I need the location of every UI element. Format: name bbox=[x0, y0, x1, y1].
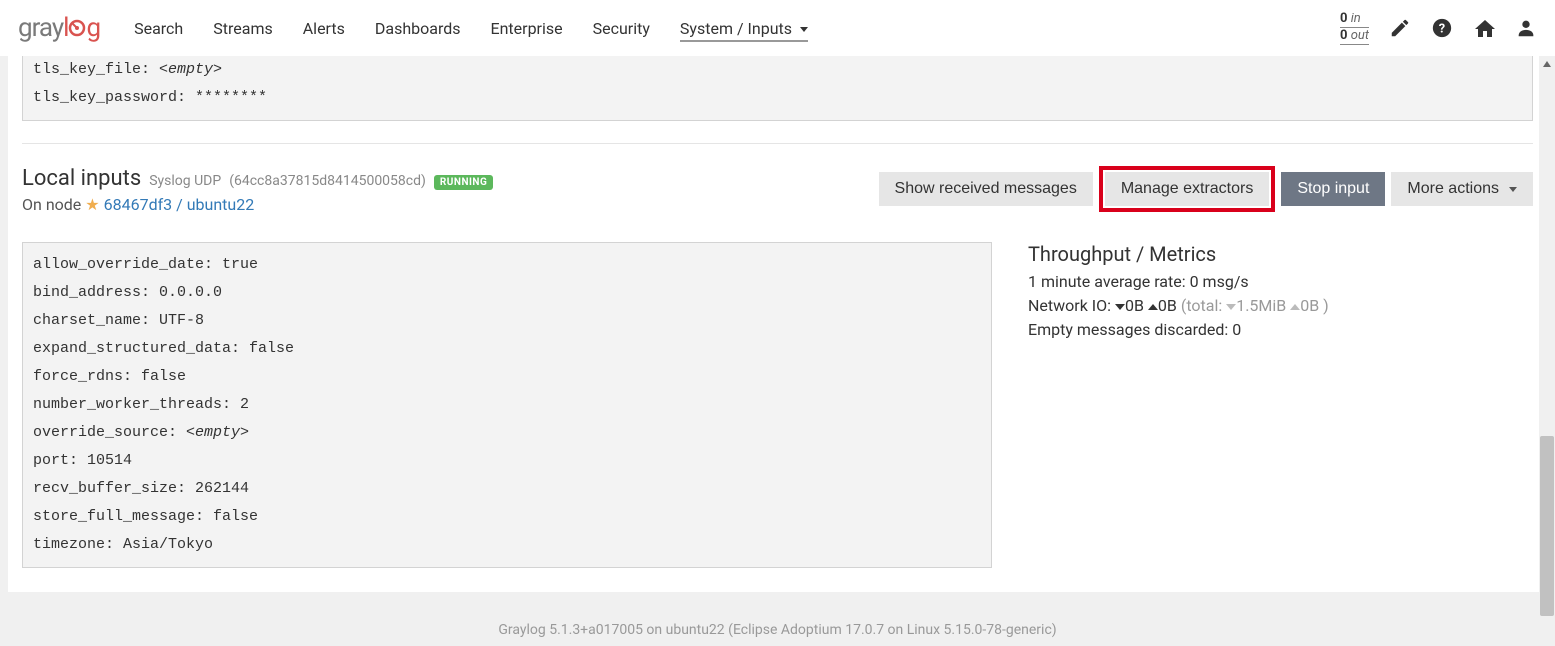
user-icon[interactable] bbox=[1515, 17, 1537, 39]
show-received-messages-button[interactable]: Show received messages bbox=[879, 172, 1093, 206]
status-badge: RUNNING bbox=[434, 175, 493, 190]
net-total-down: 1.5MiB bbox=[1236, 296, 1286, 315]
scrollbar-thumb[interactable] bbox=[1540, 436, 1554, 616]
scrollbar[interactable] bbox=[1539, 56, 1555, 635]
star-icon: ★ bbox=[85, 195, 99, 214]
more-actions-button[interactable]: More actions bbox=[1391, 172, 1533, 206]
config-box: allow_override_date: truebind_address: 0… bbox=[22, 242, 992, 568]
divider bbox=[22, 143, 1533, 144]
logo-text-g: g bbox=[86, 13, 100, 43]
help-icon[interactable]: ? bbox=[1431, 17, 1453, 39]
config-row: force_rdns: false bbox=[33, 363, 981, 391]
config-row: store_full_message: false bbox=[33, 503, 981, 531]
discard-value: 0 bbox=[1232, 320, 1241, 339]
config-row: recv_buffer_size: 262144 bbox=[33, 475, 981, 503]
nav-item-enterprise[interactable]: Enterprise bbox=[491, 15, 563, 42]
section-title: Local inputs bbox=[22, 166, 141, 191]
action-buttons: Show received messages Manage extractors… bbox=[879, 166, 1533, 212]
topbar-right: 0 in 0 out ? bbox=[1340, 11, 1537, 45]
prev-config-box: tls_key_file: <empty>tls_key_password: *… bbox=[22, 56, 1533, 121]
page-body: tls_key_file: <empty>tls_key_password: *… bbox=[0, 0, 1555, 646]
net-down: 0B bbox=[1125, 296, 1144, 315]
config-row: allow_override_date: true bbox=[33, 251, 981, 279]
node-prefix: On node bbox=[22, 195, 81, 214]
metrics-title: Throughput / Metrics bbox=[1028, 242, 1533, 266]
config-row: port: 10514 bbox=[33, 447, 981, 475]
config-row: tls_key_file: <empty> bbox=[33, 56, 1522, 84]
nav-item-alerts[interactable]: Alerts bbox=[303, 15, 345, 42]
net-label: Network IO: bbox=[1028, 296, 1111, 315]
net-total-up: 0B bbox=[1300, 296, 1319, 315]
logo[interactable]: graylg bbox=[18, 13, 100, 43]
chevron-down-icon bbox=[800, 27, 808, 32]
footer-text: Graylog 5.1.3+a017005 on ubuntu22 (Eclip… bbox=[0, 592, 1555, 646]
section-id: (64cc8a37815d8414500058cd) bbox=[229, 173, 426, 189]
nav-item-security[interactable]: Security bbox=[593, 15, 650, 42]
section-subtitle: Syslog UDP bbox=[149, 173, 221, 189]
metrics-panel: Throughput / Metrics 1 minute average ra… bbox=[1028, 242, 1533, 342]
config-row: override_source: <empty> bbox=[33, 419, 981, 447]
config-row: expand_structured_data: false bbox=[33, 335, 981, 363]
nav-item-search[interactable]: Search bbox=[134, 15, 183, 42]
stop-input-button[interactable]: Stop input bbox=[1281, 172, 1385, 206]
nav-item-dashboards[interactable]: Dashboards bbox=[375, 15, 461, 42]
arrow-down-icon bbox=[1115, 304, 1125, 310]
rate-value: 0 msg/s bbox=[1190, 272, 1249, 291]
nav-item-system-inputs[interactable]: System / Inputs bbox=[680, 15, 808, 42]
arrow-up-muted-icon bbox=[1290, 304, 1300, 310]
chevron-down-icon bbox=[1509, 187, 1517, 192]
manage-extractors-button[interactable]: Manage extractors bbox=[1105, 172, 1270, 206]
top-navbar: graylg Search Streams Alerts Dashboards Ente… bbox=[0, 0, 1555, 56]
highlight-box: Manage extractors bbox=[1099, 166, 1276, 212]
io-stats[interactable]: 0 in 0 out bbox=[1340, 11, 1369, 45]
config-row: bind_address: 0.0.0.0 bbox=[33, 279, 981, 307]
scrollbar-up-icon[interactable] bbox=[1539, 56, 1555, 72]
section-header: Local inputs Syslog UDP (64cc8a37815d841… bbox=[22, 166, 1533, 214]
config-row: tls_key_password: ******** bbox=[33, 84, 1522, 112]
edit-icon[interactable] bbox=[1389, 17, 1411, 39]
discard-label: Empty messages discarded: bbox=[1028, 320, 1228, 339]
arrow-down-muted-icon bbox=[1226, 304, 1236, 310]
config-row: timezone: Asia/Tokyo bbox=[33, 531, 981, 559]
net-total-label: (total: bbox=[1181, 296, 1222, 315]
rate-label: 1 minute average rate: bbox=[1028, 272, 1186, 291]
config-row: charset_name: UTF-8 bbox=[33, 307, 981, 335]
home-icon[interactable] bbox=[1473, 17, 1495, 39]
main-nav: Search Streams Alerts Dashboards Enterprise S… bbox=[134, 15, 1340, 42]
svg-text:?: ? bbox=[1439, 22, 1445, 37]
logo-text-gray: gray bbox=[18, 13, 63, 43]
config-row: number_worker_threads: 2 bbox=[33, 391, 981, 419]
nav-item-streams[interactable]: Streams bbox=[213, 15, 272, 42]
net-total-close: ) bbox=[1323, 296, 1329, 315]
node-link[interactable]: 68467df3 / ubuntu22 bbox=[104, 195, 255, 214]
net-up: 0B bbox=[1158, 296, 1177, 315]
arrow-up-icon bbox=[1148, 304, 1158, 310]
logo-icon-o bbox=[68, 19, 86, 37]
